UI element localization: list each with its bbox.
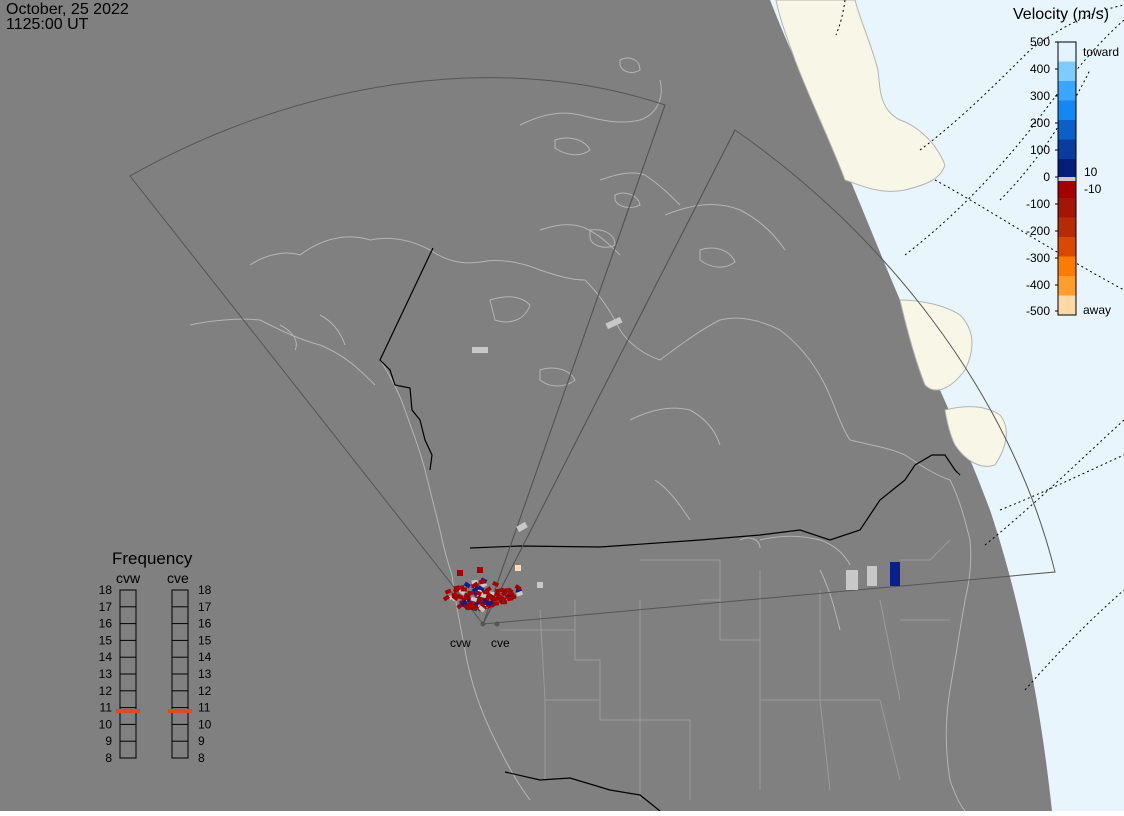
freq-level-label: 9 bbox=[198, 734, 205, 748]
echo-cell bbox=[451, 592, 458, 598]
echo-cell bbox=[472, 347, 488, 353]
freq-marker-cvw bbox=[116, 708, 140, 713]
echo-cell bbox=[460, 587, 467, 592]
echo-cell bbox=[492, 601, 500, 606]
freq-level-label: 17 bbox=[99, 600, 113, 614]
legend-swatch-4 bbox=[1058, 120, 1076, 140]
echo-cell bbox=[515, 565, 521, 571]
legend-thresh-neg: -10 bbox=[1084, 182, 1102, 196]
echo-cell bbox=[457, 570, 463, 576]
legend-swatch-7 bbox=[1058, 178, 1076, 199]
legend-tick-3: 200 bbox=[1030, 116, 1050, 130]
echo-cell bbox=[476, 598, 484, 603]
legend-toward-label: toward bbox=[1083, 45, 1119, 59]
legend-tick-1: 400 bbox=[1030, 62, 1050, 76]
freq-level-label: 15 bbox=[99, 633, 113, 647]
map-plot: cvw cve 18 17 16 15 14 13 12 11 10 9 8 18 17 16 15 14 13… bbox=[0, 0, 1124, 812]
legend-tick-2: 300 bbox=[1030, 89, 1050, 103]
legend-swatch-6 bbox=[1058, 159, 1076, 179]
legend-ground-scatter-swatch bbox=[1058, 177, 1076, 181]
legend-tick-6: -100 bbox=[1026, 197, 1050, 211]
legend-tick-8: -300 bbox=[1026, 251, 1050, 265]
site-marker-cvw bbox=[480, 621, 486, 627]
freq-level-label: 14 bbox=[198, 650, 212, 664]
legend-tick-9: -400 bbox=[1026, 278, 1050, 292]
legend-swatch-12 bbox=[1058, 276, 1076, 296]
freq-level-label: 17 bbox=[198, 600, 212, 614]
legend-swatch-8 bbox=[1058, 198, 1076, 218]
freq-level-label: 9 bbox=[105, 734, 112, 748]
site-label-cve: cve bbox=[491, 636, 510, 650]
legend-tick-7: -200 bbox=[1026, 224, 1050, 238]
freq-radar-cve-label: cve bbox=[167, 570, 189, 586]
freq-level-label: 18 bbox=[99, 583, 113, 597]
echo-cell bbox=[477, 567, 483, 573]
freq-level-label: 8 bbox=[198, 751, 205, 765]
echo-cell bbox=[890, 562, 900, 586]
legend-swatch-0 bbox=[1058, 42, 1076, 62]
freq-level-label: 14 bbox=[99, 650, 113, 664]
freq-level-label: 10 bbox=[198, 717, 212, 731]
freq-level-label: 16 bbox=[198, 617, 212, 631]
legend-tick-10: -500 bbox=[1026, 304, 1050, 318]
velocity-legend-title: Velocity (m/s) bbox=[1013, 6, 1110, 23]
legend-swatch-3 bbox=[1058, 100, 1076, 121]
freq-radar-cvw-label: cvw bbox=[116, 570, 141, 586]
echo-cell bbox=[491, 597, 498, 602]
legend-swatch-13 bbox=[1058, 295, 1076, 316]
legend-tick-4: 100 bbox=[1030, 143, 1050, 157]
freq-level-label: 13 bbox=[99, 667, 113, 681]
freq-level-label: 12 bbox=[99, 684, 113, 698]
echo-cell bbox=[846, 570, 858, 590]
map-canvas: cvw cve 18 17 16 15 14 13 12 11 10 9 8 18 17 16 15 14 13… bbox=[0, 0, 1124, 812]
freq-level-label: 13 bbox=[198, 667, 212, 681]
freq-level-label: 8 bbox=[105, 751, 112, 765]
legend-tick-0: 500 bbox=[1030, 35, 1050, 49]
freq-level-label: 16 bbox=[99, 617, 113, 631]
legend-swatch-5 bbox=[1058, 139, 1076, 160]
freq-level-label: 11 bbox=[198, 701, 211, 715]
legend-tick-5: 0 bbox=[1043, 170, 1050, 184]
legend-swatch-1 bbox=[1058, 61, 1076, 82]
site-marker-cve bbox=[494, 621, 500, 627]
freq-level-label: 12 bbox=[198, 684, 212, 698]
legend-swatch-2 bbox=[1058, 81, 1076, 101]
freq-level-label: 15 bbox=[198, 633, 212, 647]
frequency-legend-title: Frequency bbox=[112, 549, 193, 568]
echo-cell bbox=[867, 566, 877, 586]
legend-thresh-pos: 10 bbox=[1084, 165, 1098, 179]
freq-marker-cve bbox=[168, 708, 192, 713]
freq-level-label: 18 bbox=[198, 583, 212, 597]
legend-swatch-9 bbox=[1058, 217, 1076, 238]
freq-level-label: 11 bbox=[100, 701, 113, 715]
site-label-cvw: cvw bbox=[450, 636, 471, 650]
freq-level-label: 10 bbox=[99, 717, 113, 731]
legend-swatch-10 bbox=[1058, 237, 1076, 257]
echo-cell bbox=[467, 590, 474, 596]
time-label: 1125:00 UT bbox=[6, 16, 89, 33]
echo-cell bbox=[537, 582, 543, 588]
legend-away-label: away bbox=[1083, 303, 1111, 317]
legend-swatch-11 bbox=[1058, 256, 1076, 277]
